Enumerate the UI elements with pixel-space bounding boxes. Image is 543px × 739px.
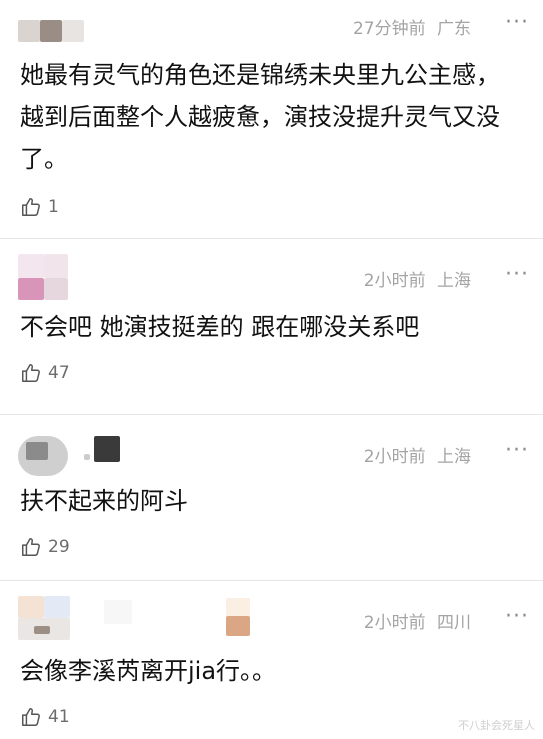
like-button[interactable]: 47	[20, 362, 70, 384]
more-options-icon[interactable]: ···	[505, 604, 529, 629]
comment-text: 不会吧 她演技挺差的 跟在哪没关系吧	[20, 313, 420, 341]
comment-time: 2小时前	[363, 271, 426, 291]
like-count: 41	[48, 707, 70, 727]
like-button[interactable]: 29	[20, 536, 70, 558]
comment-text: 她最有灵气的角色还是锦绣未央里九公主感，越到后面整个人越疲惫，演技没提升灵气又没…	[20, 61, 500, 173]
watermark: 不八卦会死星人	[458, 719, 535, 732]
divider	[0, 580, 543, 581]
thumbs-up-icon	[22, 708, 40, 726]
comment-meta: 2小时前 四川	[364, 608, 471, 633]
comment-time: 2小时前	[363, 447, 426, 467]
divider	[0, 414, 543, 415]
comment-location: 上海	[437, 447, 471, 467]
comment-text: 扶不起来的阿斗	[20, 487, 188, 515]
user-info-blurred[interactable]	[14, 594, 374, 640]
user-info-blurred[interactable]	[14, 428, 374, 476]
more-options-icon[interactable]: ···	[505, 262, 529, 287]
comment-text: 会像李溪芮离开jia行。。	[20, 657, 277, 685]
user-info-blurred[interactable]	[14, 252, 374, 300]
comment-meta: 2小时前 上海	[364, 266, 471, 291]
thumbs-up-icon	[22, 364, 40, 382]
like-button[interactable]: 41	[20, 706, 70, 728]
thumbs-up-icon	[22, 198, 40, 216]
comment-item: 2小时前 上海 ··· 不会吧 她演技挺差的 跟在哪没关系吧 47	[0, 252, 543, 414]
thumbs-up-icon	[22, 538, 40, 556]
like-count: 29	[48, 537, 70, 557]
comment-meta: 27分钟前 广东	[353, 14, 471, 39]
divider	[0, 238, 543, 239]
comment-time: 27分钟前	[352, 19, 426, 39]
comment-meta: 2小时前 上海	[364, 442, 471, 467]
comment-time: 2小时前	[363, 613, 426, 633]
user-info-blurred[interactable]	[14, 4, 374, 48]
more-options-icon[interactable]: ···	[505, 10, 529, 35]
like-count: 47	[48, 363, 70, 383]
comment-location: 上海	[437, 271, 471, 291]
comment-location: 广东	[437, 19, 471, 39]
comment-item: 2小时前 上海 ··· 扶不起来的阿斗 29	[0, 428, 543, 580]
comment-item: 27分钟前 广东 ··· 她最有灵气的角色还是锦绣未央里九公主感，越到后面整个人…	[0, 0, 543, 238]
like-button[interactable]: 1	[20, 196, 59, 218]
more-options-icon[interactable]: ···	[505, 438, 529, 463]
like-count: 1	[48, 197, 59, 217]
comment-location: 四川	[437, 613, 471, 633]
